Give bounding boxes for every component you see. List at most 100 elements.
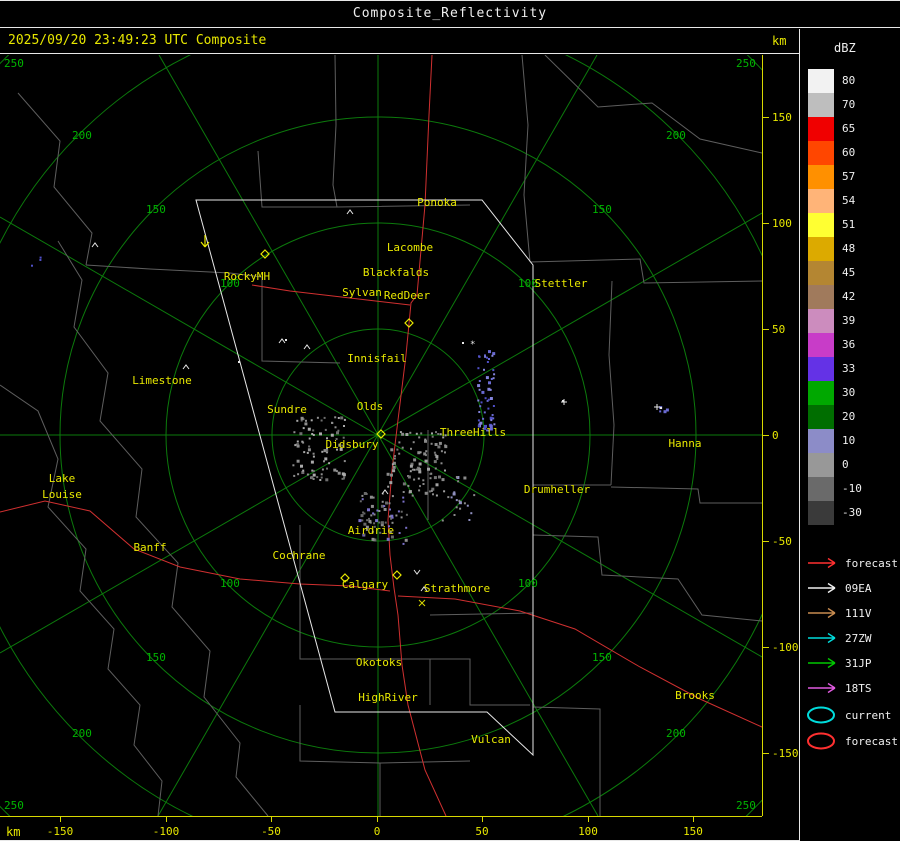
legend-arrow-icon [806, 579, 840, 597]
colorbar-swatch-70 [808, 93, 834, 117]
city-label-ThreeHills: ThreeHills [440, 426, 506, 439]
city-label-Lacombe: Lacombe [387, 241, 433, 254]
colorbar-swatch--10 [808, 477, 834, 501]
x-axis: km -150-100-50050100150 [0, 816, 762, 841]
y-tick [763, 329, 769, 330]
y-tick-label: 0 [772, 429, 779, 442]
city-label-Louise: Louise [42, 488, 82, 501]
y-tick-label: -100 [772, 641, 799, 654]
colorbar-value-48: 48 [842, 242, 855, 255]
colorbar-unit-label: dBZ [834, 41, 856, 55]
x-tick [271, 817, 272, 822]
legend-label: 09EA [845, 582, 872, 595]
legend-ellipse-icon [806, 706, 840, 724]
colorbar-value--10: -10 [842, 482, 862, 495]
colorbar-swatch-20 [808, 405, 834, 429]
legend-item-09EA-1: 09EA [806, 578, 872, 598]
legend-arrow-icon [806, 654, 840, 672]
legend-item-31JP-4: 31JP [806, 653, 872, 673]
city-label-Ponoka: Ponoka [417, 196, 457, 209]
x-tick-label: -100 [144, 825, 188, 838]
city-label-Stettler: Stettler [535, 277, 588, 290]
y-axis: 150100500-50-100-150 [762, 55, 800, 816]
colorbar-swatch-30 [808, 381, 834, 405]
x-axis-unit-label: km [6, 825, 20, 839]
x-tick-label: 150 [671, 825, 715, 838]
colorbar-value-80: 80 [842, 74, 855, 87]
legend-label: 18TS [845, 682, 872, 695]
y-tick-label: 50 [772, 323, 785, 336]
city-label-RockyMH: RockyMH [224, 270, 270, 283]
colorbar-swatch-45 [808, 261, 834, 285]
city-label-Calgary: Calgary [342, 578, 389, 591]
colorbar-value-20: 20 [842, 410, 855, 423]
colorbar-value-45: 45 [842, 266, 855, 279]
svg-text:250: 250 [4, 57, 24, 70]
city-label-Limestone: Limestone [132, 374, 192, 387]
legend-item-27ZW-3: 27ZW [806, 628, 872, 648]
colorbar-swatch-48 [808, 237, 834, 261]
colorbar-swatch--30 [808, 501, 834, 525]
svg-text:100: 100 [220, 577, 240, 590]
y-tick [763, 435, 769, 436]
svg-text:200: 200 [72, 727, 92, 740]
y-tick [763, 541, 769, 542]
colorbar-swatch-0 [808, 453, 834, 477]
colorbar-swatch-57 [808, 165, 834, 189]
svg-text:150: 150 [146, 651, 166, 664]
svg-text:200: 200 [666, 129, 686, 142]
y-tick-label: -50 [772, 535, 792, 548]
svg-text:150: 150 [592, 203, 612, 216]
city-label-Airdrie: Airdrie [348, 524, 394, 537]
colorbar-swatch-80 [808, 69, 834, 93]
radar-map[interactable]: 2502001501001001502002501001502002501001… [0, 55, 762, 816]
y-tick [763, 223, 769, 224]
city-label-Banff: Banff [133, 541, 166, 554]
legend-arrow-icon [806, 554, 840, 572]
colorbar-value-54: 54 [842, 194, 855, 207]
city-label-HighRiver: HighRiver [358, 691, 418, 704]
colorbar-swatch-60 [808, 141, 834, 165]
colorbar-value-30: 30 [842, 386, 855, 399]
city-label-Hanna: Hanna [668, 437, 701, 450]
window-title: Composite_Reflectivity [0, 0, 900, 28]
city-label-Okotoks: Okotoks [356, 656, 402, 669]
colorbar-value-51: 51 [842, 218, 855, 231]
timestamp-label: 2025/09/20 23:49:23 UTC Composite [8, 33, 266, 48]
city-label-Strathmore: Strathmore [424, 582, 490, 595]
x-tick-label: -150 [38, 825, 82, 838]
y-tick-label: 150 [772, 111, 792, 124]
svg-text:250: 250 [736, 57, 756, 70]
legend-item-current-6: current [806, 705, 891, 725]
colorbar-value-65: 65 [842, 122, 855, 135]
x-tick-label: 0 [355, 825, 399, 838]
x-tick [482, 817, 483, 822]
radar-echoes [31, 257, 669, 545]
colorbar-swatch-33 [808, 357, 834, 381]
x-tick [377, 817, 378, 822]
x-tick-label: 100 [566, 825, 610, 838]
legend-item-forecast-7: forecast [806, 731, 898, 751]
legend-label: forecast [845, 557, 898, 570]
city-label-RedDeer: RedDeer [384, 289, 431, 302]
colorbar-swatch-65 [808, 117, 834, 141]
legend-label: current [845, 709, 891, 722]
colorbar-value-60: 60 [842, 146, 855, 159]
colorbar-value-42: 42 [842, 290, 855, 303]
colorbar-value-57: 57 [842, 170, 855, 183]
city-label-Vulcan: Vulcan [471, 733, 511, 746]
svg-text:200: 200 [666, 727, 686, 740]
legend-label: forecast [845, 735, 898, 748]
y-axis-unit-label: km [772, 34, 786, 48]
colorbar-value-10: 10 [842, 434, 855, 447]
legend-arrow-icon [806, 604, 840, 622]
y-tick-label: 100 [772, 217, 792, 230]
colorbar-swatch-51 [808, 213, 834, 237]
header-row: 2025/09/20 23:49:23 UTC Composite km [0, 29, 900, 54]
legend-arrow-icon [806, 629, 840, 647]
city-label-Cochrane: Cochrane [273, 549, 326, 562]
x-tick [166, 817, 167, 822]
svg-text:100: 100 [518, 577, 538, 590]
legend-ellipse-icon [806, 732, 840, 750]
city-label-Lake: Lake [49, 472, 76, 485]
